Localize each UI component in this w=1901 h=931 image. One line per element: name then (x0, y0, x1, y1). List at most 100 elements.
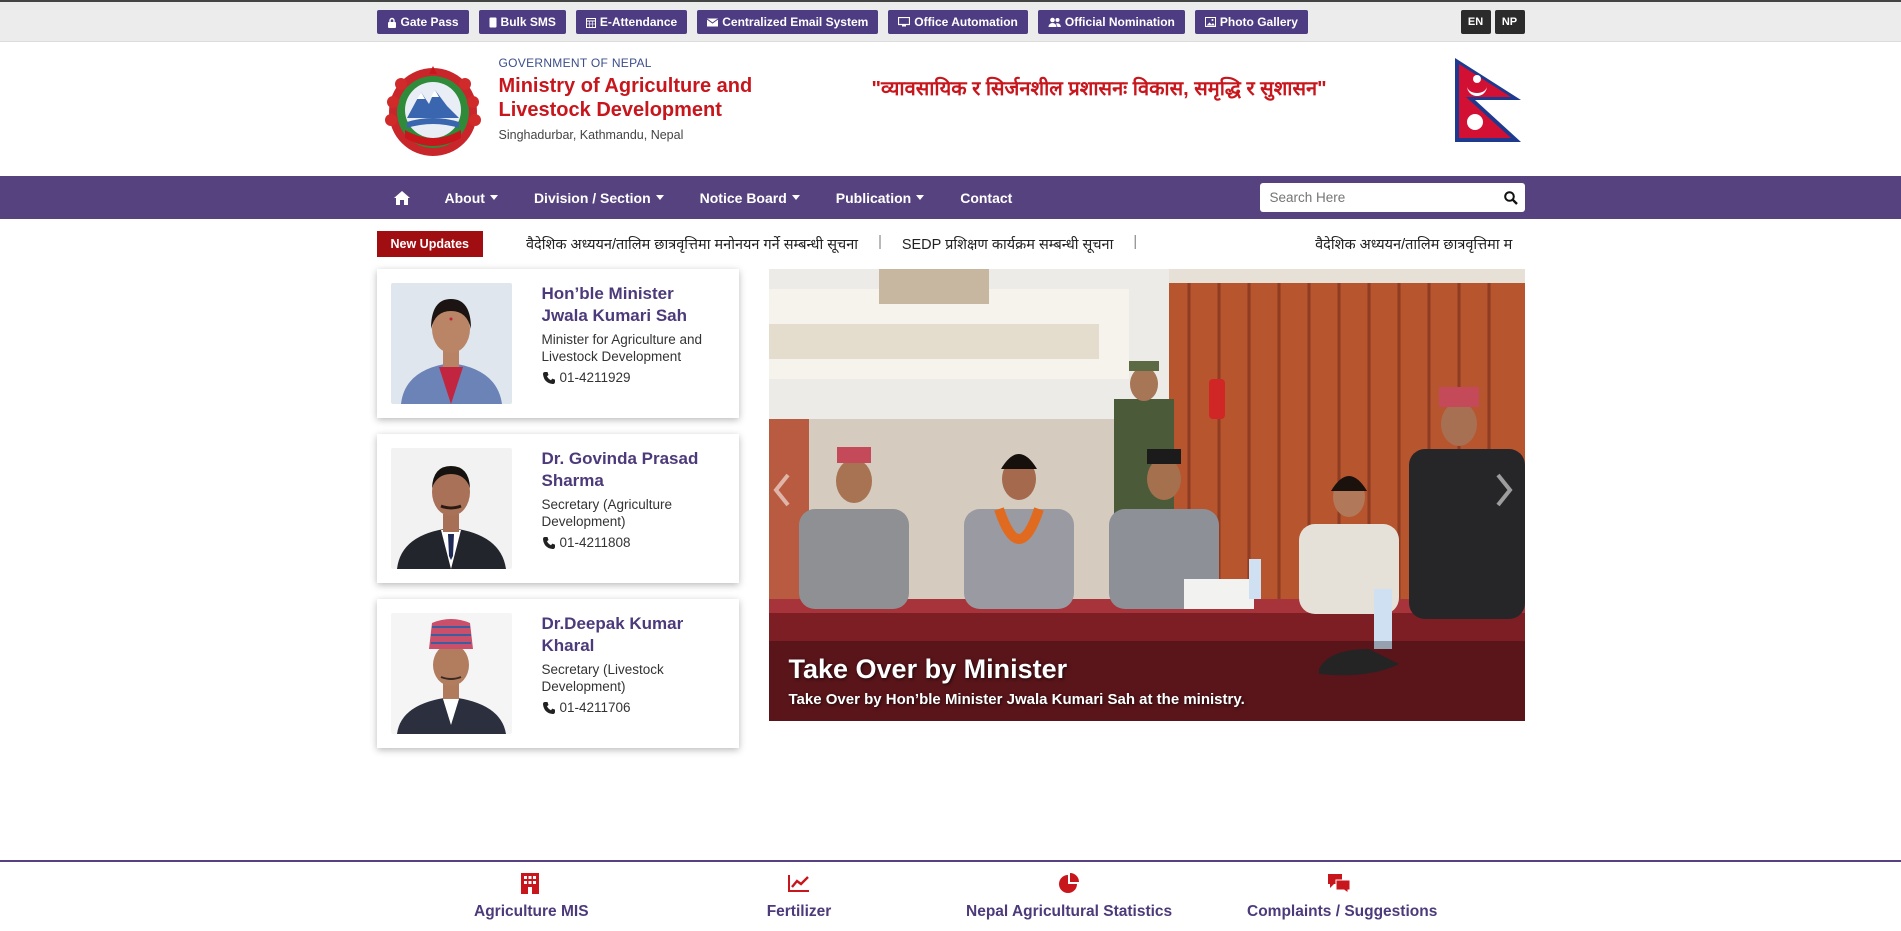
government-emblem-logo[interactable] (377, 62, 489, 158)
service-label: Fertilizer (766, 903, 832, 920)
slide-title: Take Over by Minister (788, 654, 1068, 684)
ministry-slogan: "व्यावसायिक र सिर्जनशील प्रशासनः विकास, … (871, 78, 1327, 100)
service-agriculture-mis[interactable]: Agriculture MIS (474, 871, 589, 921)
office-automation-link[interactable]: Office Automation (888, 10, 1028, 34)
email-system-link[interactable]: Centralized Email System (697, 10, 879, 34)
gate-pass-label: Gate Pass (400, 15, 459, 29)
search-icon (1503, 190, 1518, 205)
ministry-name[interactable]: Ministry of Agriculture and Livestock De… (499, 74, 769, 122)
nav-division-label: Division / Section (533, 189, 651, 206)
email-system-label: Centralized Email System (722, 15, 869, 29)
chevron-down-icon (916, 195, 925, 200)
official-nomination-label: Official Nomination (1064, 15, 1175, 29)
slider-next-button[interactable] (1495, 473, 1521, 517)
official-photo (390, 448, 512, 569)
quick-links: Gate Pass Bulk SMS E-Attendance Centrali… (376, 10, 1308, 34)
e-attendance-label: E-Attendance (599, 15, 678, 29)
office-automation-label: Office Automation (914, 15, 1018, 29)
desktop-icon (898, 17, 911, 27)
phone-number: 01-4211929 (559, 370, 631, 385)
slider-prev-button[interactable] (772, 473, 799, 517)
service-complaints-suggestions[interactable]: Complaints / Suggestions (1247, 871, 1438, 921)
service-nepal-agri-statistics[interactable]: Nepal Agricultural Statistics (966, 871, 1172, 921)
main-navigation: About Division / Section Notice Board Pu… (0, 176, 1901, 219)
ticker-separator: | (878, 234, 882, 250)
nav-publication[interactable]: Publication (818, 176, 942, 219)
official-card[interactable]: Hon’ble Minister Jwala Kumari Sah Minist… (376, 269, 739, 418)
official-nomination-link[interactable]: Official Nomination (1037, 10, 1185, 34)
ticker-item[interactable]: SEDP प्रशिक्षण कार्यक्रम सम्बन्धी सूचना (902, 234, 1114, 254)
bulk-sms-link[interactable]: Bulk SMS (478, 10, 566, 34)
news-ticker: वैदेशिक अध्ययन/तालिम छात्रवृत्तिमा मनोनय… (526, 234, 1512, 254)
language-switcher: EN NP (1460, 10, 1525, 34)
photo-gallery-link[interactable]: Photo Gallery (1194, 10, 1308, 34)
official-card[interactable]: Dr. Govinda Prasad Sharma Secretary (Agr… (376, 434, 739, 583)
lang-en-button[interactable]: EN (1460, 10, 1491, 34)
site-header: GOVERNMENT OF NEPAL Ministry of Agricult… (0, 42, 1901, 176)
nav-about[interactable]: About (427, 176, 516, 219)
service-label: Nepal Agricultural Statistics (966, 903, 1173, 920)
government-label: GOVERNMENT OF NEPAL (498, 56, 652, 70)
nav-notice-board[interactable]: Notice Board (682, 176, 818, 219)
chevron-down-icon (655, 195, 664, 200)
main-content: Hon’ble Minister Jwala Kumari Sah Minist… (0, 269, 1901, 764)
ticker-item[interactable]: वैदेशिक अध्ययन/तालिम छात्रवृत्तिमा म (1315, 234, 1512, 254)
phone-icon (542, 371, 555, 384)
nav-contact-label: Contact (960, 189, 1013, 206)
lock-icon (387, 17, 396, 28)
building-icon (521, 873, 539, 894)
search-button[interactable] (1497, 190, 1525, 205)
official-phone: 01-4211808 (542, 535, 725, 550)
services-bar: Agriculture MIS Fertilizer Nepal Agricul… (0, 860, 1901, 929)
pie-chart-icon (1059, 873, 1079, 893)
calendar-icon (585, 17, 596, 28)
nav-contact[interactable]: Contact (942, 176, 1030, 219)
home-link[interactable] (377, 176, 427, 219)
ticker-item[interactable]: वैदेशिक अध्ययन/तालिम छात्रवृत्तिमा मनोनय… (526, 234, 858, 254)
official-phone: 01-4211929 (542, 370, 725, 385)
phone-icon (542, 701, 555, 714)
nav-division-section[interactable]: Division / Section (516, 176, 682, 219)
ticker-separator: | (1133, 234, 1138, 250)
search-input[interactable] (1259, 190, 1497, 205)
official-name[interactable]: Dr. Govinda Prasad Sharma (542, 448, 725, 492)
bulk-sms-label: Bulk SMS (500, 15, 556, 29)
users-icon (1048, 17, 1061, 27)
nav-notice-label: Notice Board (699, 189, 787, 206)
photo-slider[interactable]: Take Over by Minister Take Over by Hon’b… (768, 269, 1525, 721)
gate-pass-link[interactable]: Gate Pass (376, 10, 469, 34)
chevron-left-icon (772, 473, 790, 507)
lang-np-button[interactable]: NP (1494, 10, 1525, 34)
image-icon (1204, 17, 1216, 27)
service-fertilizer[interactable]: Fertilizer (756, 871, 842, 921)
slide-caption: Take Over by Hon’ble Minister Jwala Kuma… (788, 691, 1245, 708)
official-designation: Minister for Agriculture and Livestock D… (541, 332, 703, 364)
phone-number: 01-4211706 (559, 700, 631, 715)
nav-about-label: About (444, 189, 485, 206)
official-photo (390, 613, 512, 734)
new-updates-badge: New Updates (376, 231, 483, 257)
ministry-address: Singhadurbar, Kathmandu, Nepal (498, 128, 684, 142)
chevron-down-icon (791, 195, 800, 200)
line-chart-icon (788, 875, 809, 892)
service-label: Agriculture MIS (474, 903, 589, 920)
phone-icon (542, 536, 555, 549)
official-card[interactable]: Dr.Deepak Kumar Kharal Secretary (Livest… (376, 599, 739, 748)
chevron-down-icon (489, 195, 498, 200)
mobile-icon (489, 17, 497, 27)
photo-gallery-label: Photo Gallery (1219, 15, 1298, 29)
official-photo (390, 283, 512, 404)
comments-icon (1328, 874, 1351, 894)
officials-list: Hon’ble Minister Jwala Kumari Sah Minist… (376, 269, 739, 764)
official-phone: 01-4211706 (542, 700, 725, 715)
official-name[interactable]: Hon’ble Minister Jwala Kumari Sah (542, 283, 725, 327)
home-icon (393, 190, 410, 205)
service-label: Complaints / Suggestions (1247, 903, 1438, 920)
official-designation: Secretary (Livestock Development) (541, 662, 664, 694)
official-name[interactable]: Dr.Deepak Kumar Kharal (542, 613, 725, 657)
e-attendance-link[interactable]: E-Attendance (575, 10, 688, 34)
phone-number: 01-4211808 (559, 535, 631, 550)
chevron-right-icon (1495, 473, 1513, 507)
top-bar: Gate Pass Bulk SMS E-Attendance Centrali… (0, 0, 1901, 42)
news-ticker-bar: New Updates वैदेशिक अध्ययन/तालिम छात्रवृ… (0, 219, 1901, 269)
